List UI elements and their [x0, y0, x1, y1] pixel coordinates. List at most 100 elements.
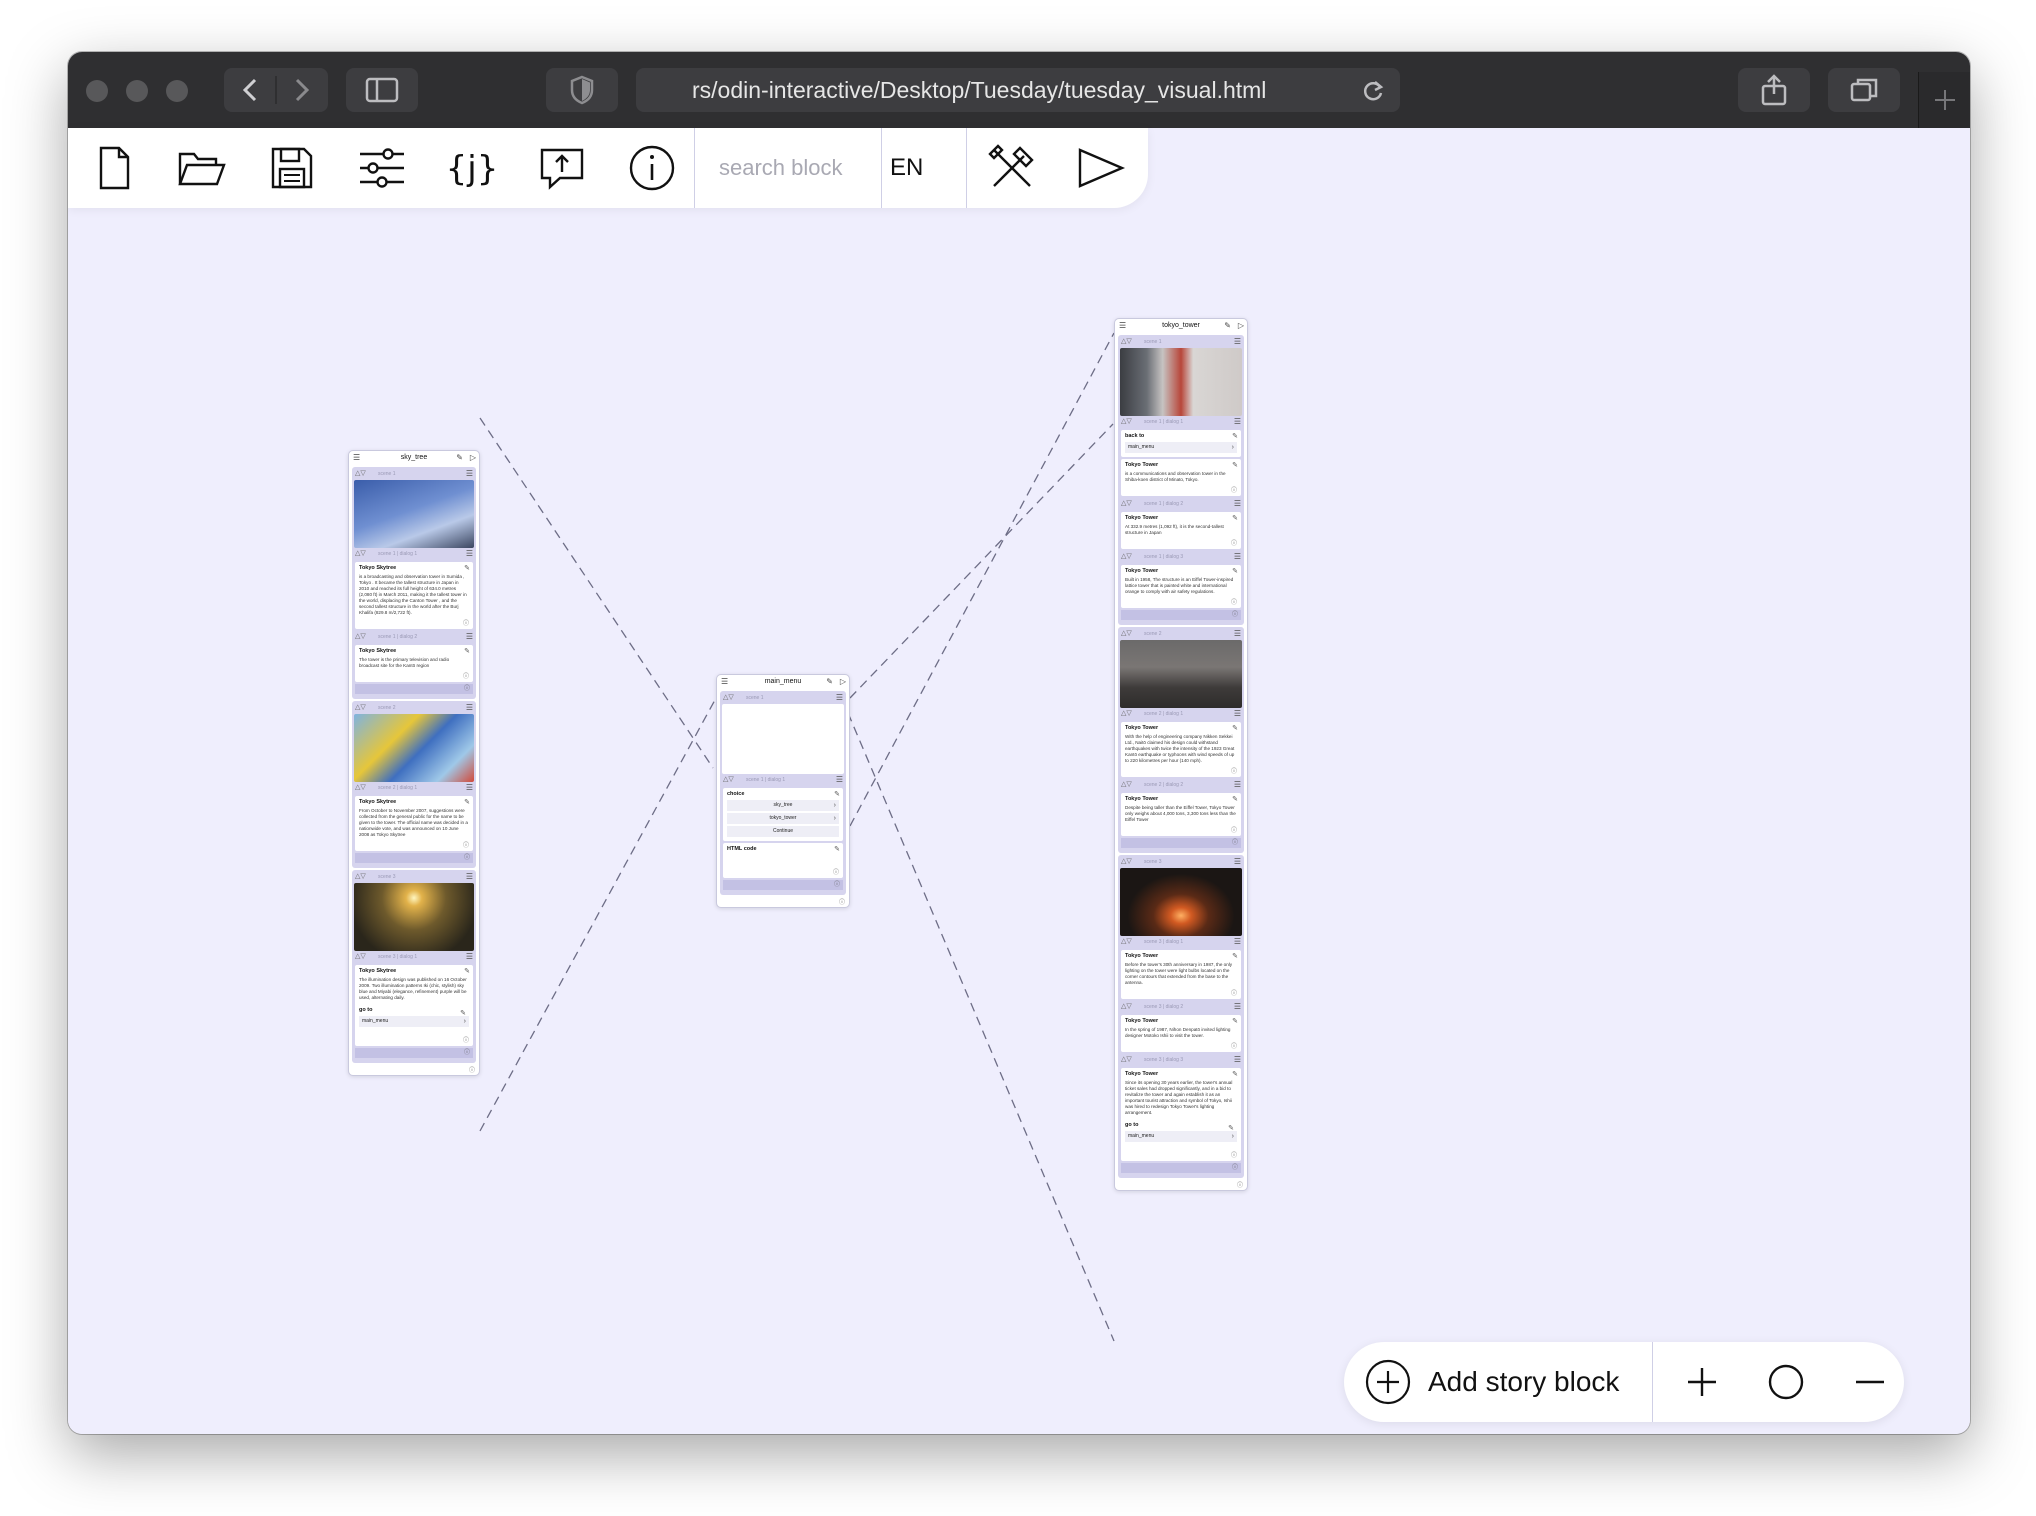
info-icon[interactable]: ⓘ [1125, 766, 1237, 775]
settings-button[interactable] [352, 138, 412, 198]
zoom-in-button[interactable] [1678, 1358, 1726, 1406]
edit-pencil-icon[interactable]: ✎ [464, 647, 470, 655]
info-icon[interactable]: ⓘ [1125, 825, 1237, 834]
play-button[interactable] [1070, 138, 1130, 198]
edit-pencil-icon[interactable]: ✎ [464, 967, 470, 975]
export-button[interactable] [532, 138, 592, 198]
edit-pencil-icon[interactable]: ✎ [1232, 795, 1238, 803]
dialog-card[interactable]: ✎ Tokyo Skytree From October to November 2… [355, 796, 473, 851]
save-button[interactable] [262, 138, 322, 198]
new-file-button[interactable] [84, 138, 144, 198]
info-icon[interactable]: ⓘ [355, 853, 473, 863]
info-icon[interactable]: ⓘ [359, 671, 469, 680]
info-icon[interactable]: ⓘ [355, 684, 473, 694]
story-block-sky-tree[interactable]: ☰ sky_tree ✎ ▷ △▽ scene 1 ☰ △▽ scene 1 | di… [348, 450, 480, 1076]
info-icon[interactable]: ⓘ [349, 1065, 479, 1075]
info-icon[interactable]: ⓘ [355, 1048, 473, 1058]
dialog-card[interactable]: ✎ Tokyo Tower At 332.9 metres (1,092 ft), … [1121, 512, 1241, 549]
edit-pencil-icon[interactable]: ✎ [1232, 724, 1238, 732]
edit-pencil-icon[interactable]: ✎ [456, 451, 463, 465]
reset-zoom-button[interactable] [1762, 1358, 1810, 1406]
dialog-card[interactable]: ✎ Tokyo Tower Before the tower's 30th anni… [1121, 950, 1241, 999]
play-icon[interactable]: ▷ [470, 451, 476, 465]
info-icon[interactable]: ⓘ [1125, 988, 1237, 997]
edit-pencil-icon[interactable]: ✎ [1232, 952, 1238, 960]
dialog-card[interactable]: ✎ Tokyo Tower Despite being taller than th… [1121, 793, 1241, 836]
add-story-block-button[interactable]: Add story block [1364, 1342, 1619, 1422]
edit-pencil-icon[interactable]: ✎ [1232, 567, 1238, 575]
minimize-window-button[interactable] [126, 80, 148, 102]
edit-pencil-icon[interactable]: ✎ [1232, 1017, 1238, 1025]
open-folder-button[interactable] [172, 138, 232, 198]
info-icon[interactable]: ⓘ [1125, 485, 1237, 494]
dialog-card[interactable]: ✎ Tokyo Tower With the help of engineering… [1121, 722, 1241, 777]
close-window-button[interactable] [86, 80, 108, 102]
edit-pencil-icon[interactable]: ✎ [1232, 432, 1238, 440]
edit-pencil-icon[interactable]: ✎ [1232, 514, 1238, 522]
dialog-card[interactable]: ✎ Tokyo Tower is a communications and obse… [1121, 459, 1241, 496]
menu-icon[interactable]: ☰ [1119, 319, 1126, 333]
move-arrows-icon[interactable]: △▽ [355, 468, 366, 480]
edit-pencil-icon[interactable]: ✎ [1224, 319, 1231, 333]
back-to-card[interactable]: ✎ back to main_menu › [1121, 430, 1241, 457]
edit-pencil-icon[interactable]: ✎ [1232, 1070, 1238, 1078]
info-icon[interactable]: ⓘ [1125, 597, 1237, 606]
search-block-input[interactable]: search block [694, 128, 882, 208]
story-block-main-menu[interactable]: ☰ main_menu ✎ ▷ △▽ scene 1 ☰ △▽ scene 1 | d… [716, 674, 850, 908]
choice-option-continue[interactable]: Continue [727, 826, 839, 837]
address-bar[interactable]: rs/odin-interactive/Desktop/Tuesday/tues… [636, 68, 1400, 112]
info-icon[interactable]: ⓘ [1121, 610, 1241, 620]
back-forward-buttons[interactable] [224, 68, 328, 112]
dialog-card[interactable]: ✎ Tokyo Tower Since its opening 30 years e… [1121, 1068, 1241, 1161]
info-icon[interactable]: ⓘ [727, 867, 839, 876]
dialog-card[interactable]: ✎ Tokyo Tower Built in 1958, The structure… [1121, 565, 1241, 608]
dialog-card[interactable]: ✎ Tokyo Skytree The tower is the primary t… [355, 645, 473, 682]
goto-target-option[interactable]: main_menu › [1125, 1131, 1237, 1142]
share-button[interactable] [1738, 68, 1810, 112]
language-selector[interactable]: EN [890, 128, 967, 208]
info-icon[interactable]: ⓘ [359, 840, 469, 849]
play-icon[interactable]: ▷ [1238, 319, 1244, 333]
info-icon[interactable]: ⓘ [1115, 1180, 1247, 1190]
info-icon[interactable]: ⓘ [359, 618, 469, 627]
info-icon[interactable]: ⓘ [1125, 1150, 1237, 1159]
edit-pencil-icon[interactable]: ✎ [834, 845, 840, 853]
info-icon[interactable]: ⓘ [717, 897, 849, 907]
edit-pencil-icon[interactable]: ✎ [464, 798, 470, 806]
sidebar-toggle-button[interactable] [346, 68, 418, 112]
edit-pencil-icon[interactable]: ✎ [1232, 461, 1238, 469]
info-icon[interactable]: ⓘ [1121, 1163, 1241, 1173]
info-icon[interactable]: ⓘ [1125, 1041, 1237, 1050]
info-icon[interactable]: ⓘ [723, 880, 843, 890]
choice-option-sky-tree[interactable]: sky_tree › [727, 800, 839, 811]
dialog-card[interactable]: ✎ Tokyo Skytree is a broadcasting and obse… [355, 562, 473, 629]
choice-option-tokyo-tower[interactable]: tokyo_tower › [727, 813, 839, 824]
choice-card[interactable]: ✎ choice sky_tree › tokyo_tower › Continue [723, 788, 843, 841]
reload-icon[interactable] [1360, 78, 1386, 104]
zoom-out-button[interactable] [1846, 1358, 1894, 1406]
edit-pencil-icon[interactable]: ✎ [826, 675, 833, 689]
tabs-overview-button[interactable] [1828, 68, 1900, 112]
menu-icon[interactable]: ☰ [353, 451, 360, 465]
play-icon[interactable]: ▷ [840, 675, 846, 689]
edit-pencil-icon[interactable]: ✎ [834, 790, 840, 798]
story-block-tokyo-tower[interactable]: ☰ tokyo_tower ✎ ▷ △▽ scene 1 ☰ △▽ scene 1 |… [1114, 318, 1248, 1191]
info-icon[interactable]: ⓘ [1125, 538, 1237, 547]
privacy-shield-button[interactable] [546, 68, 618, 112]
new-tab-button[interactable] [1918, 72, 1970, 128]
json-button[interactable]: {j} [442, 138, 502, 198]
menu-icon[interactable]: ☰ [721, 675, 728, 689]
back-to-target-option[interactable]: main_menu › [1125, 442, 1237, 453]
dialog-card[interactable]: ✎ Tokyo Tower In the spring of 1987, Nihon… [1121, 1015, 1241, 1052]
info-button[interactable] [622, 138, 682, 198]
info-icon[interactable]: ⓘ [1121, 838, 1241, 848]
dialog-card[interactable]: ✎ Tokyo Skytree The illumination design wa… [355, 965, 473, 1046]
edit-pencil-icon[interactable]: ✎ [464, 564, 470, 572]
tools-button[interactable] [982, 138, 1042, 198]
info-icon[interactable]: ⓘ [359, 1035, 469, 1044]
goto-target-option[interactable]: main_menu › [359, 1016, 469, 1027]
menu-icon[interactable]: ☰ [466, 468, 473, 480]
story-canvas[interactable]: {j} search block EN ☰ sky_tree ✎ ▷ △▽ sc… [68, 128, 1970, 1434]
zoom-window-button[interactable] [166, 80, 188, 102]
html-code-card[interactable]: ✎ HTML code ⓘ [723, 843, 843, 878]
